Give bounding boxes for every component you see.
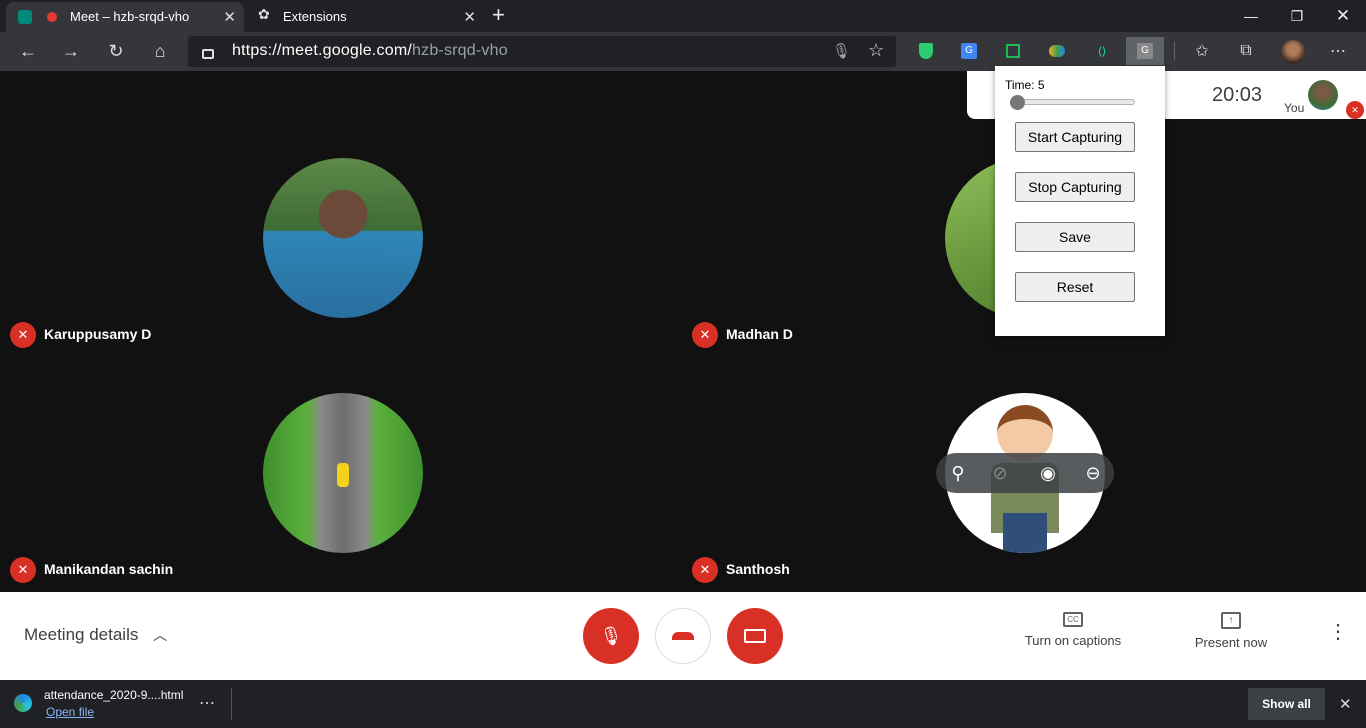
restore-icon[interactable]: ❐: [1274, 0, 1320, 32]
chevron-up-icon: ︿: [153, 627, 168, 643]
time-slider[interactable]: [1010, 95, 1135, 110]
microphone-icon[interactable]: 🎙: [832, 42, 851, 60]
profile-avatar[interactable]: [1281, 40, 1305, 64]
sheets-icon[interactable]: [1001, 39, 1025, 63]
participant-name: Karuppusamy D: [44, 326, 152, 342]
close-download-bar-icon[interactable]: ✕: [1339, 695, 1352, 713]
forward-icon[interactable]: →: [58, 38, 84, 64]
back-icon[interactable]: ←: [15, 38, 41, 64]
participant-name: Santhosh: [726, 561, 790, 577]
divider: [231, 688, 232, 720]
favorites-icon[interactable]: ✩: [1190, 39, 1214, 63]
muted-mic-icon: ✕: [692, 322, 718, 348]
home-icon[interactable]: ⌂: [147, 38, 173, 64]
self-label: You: [1284, 101, 1305, 115]
open-file-link[interactable]: Open file: [46, 705, 94, 719]
start-capturing-button[interactable]: Start Capturing: [1015, 122, 1135, 152]
capture-extension-icon[interactable]: G: [1126, 37, 1164, 65]
participant-avatar: [263, 158, 423, 318]
close-tab-icon[interactable]: ✕: [463, 8, 476, 26]
tab-extensions[interactable]: ✿ Extensions ✕: [248, 0, 484, 32]
pin-icon[interactable]: ⚲: [944, 459, 972, 487]
mic-toggle-button[interactable]: 🎙: [583, 608, 639, 664]
reset-button[interactable]: Reset: [1015, 272, 1135, 302]
muted-mic-icon: ✕: [10, 557, 36, 583]
recording-dot-icon: [47, 12, 57, 22]
hang-up-icon: [672, 632, 694, 640]
present-label: Present now: [1194, 635, 1268, 650]
new-tab-button[interactable]: +: [492, 2, 505, 28]
download-more-icon[interactable]: ⋯: [199, 693, 215, 713]
time-label: Time: 5: [1005, 78, 1045, 92]
tab-title: Extensions: [283, 9, 347, 24]
eye-icon[interactable]: ◉: [1034, 459, 1062, 487]
slider-thumb[interactable]: [1010, 95, 1025, 110]
mute-icon[interactable]: ⊘: [986, 459, 1014, 487]
translate-icon[interactable]: G: [957, 39, 981, 63]
favorite-star-icon[interactable]: ☆: [868, 40, 884, 61]
camera-off-icon: [744, 629, 766, 643]
meeting-time: 20:03: [1212, 84, 1263, 106]
captions-button[interactable]: CC Turn on captions: [1014, 612, 1132, 648]
save-button[interactable]: Save: [1015, 222, 1135, 252]
participant-name: Madhan D: [726, 326, 793, 342]
code-icon[interactable]: ⟨⟩: [1090, 39, 1114, 63]
self-avatar[interactable]: [1308, 80, 1338, 110]
stop-capturing-button[interactable]: Stop Capturing: [1015, 172, 1135, 202]
reload-icon[interactable]: ↻: [103, 38, 129, 64]
collections-icon[interactable]: ⧉: [1234, 39, 1258, 63]
puzzle-icon: ✿: [258, 6, 270, 22]
more-menu-icon[interactable]: ⋯: [1326, 39, 1350, 63]
muted-mic-icon: ✕: [692, 557, 718, 583]
meeting-details-button[interactable]: Meeting details ︿: [24, 625, 167, 645]
close-window-icon[interactable]: ✕: [1320, 0, 1366, 32]
muted-mic-icon: ✕: [10, 322, 36, 348]
edge-file-icon: [14, 694, 32, 712]
url-text[interactable]: https://meet.google.com/hzb-srqd-vho: [232, 42, 508, 60]
show-all-button[interactable]: Show all: [1248, 688, 1325, 720]
close-tab-icon[interactable]: ✕: [223, 8, 236, 26]
lock-icon[interactable]: [202, 49, 214, 59]
download-filename: attendance_2020-9....html: [44, 688, 184, 702]
paint-icon[interactable]: [1045, 39, 1069, 63]
url-path: hzb-srqd-vho: [412, 42, 508, 59]
meeting-details-label: Meeting details: [24, 625, 139, 644]
present-icon: ↑: [1221, 612, 1241, 629]
tab-meet[interactable]: Meet – hzb-srqd-vho ✕: [6, 2, 244, 32]
url-host: https://meet.google.com/: [232, 42, 413, 59]
participant-avatar: [263, 393, 423, 553]
captions-icon: CC: [1063, 612, 1083, 627]
present-now-button[interactable]: ↑ Present now: [1180, 612, 1282, 650]
shield-icon[interactable]: [914, 39, 938, 63]
remove-icon[interactable]: ⊖: [1079, 459, 1107, 487]
more-options-icon[interactable]: ⋮: [1328, 622, 1348, 642]
self-muted-mic-icon: ✕: [1346, 101, 1364, 119]
participant-name: Manikandan sachin: [44, 561, 174, 577]
camera-toggle-button[interactable]: [727, 608, 783, 664]
captions-label: Turn on captions: [1024, 633, 1122, 648]
tab-title: Meet – hzb-srqd-vho: [70, 9, 190, 24]
meet-favicon-icon: [18, 10, 32, 24]
minimize-icon[interactable]: —: [1228, 0, 1274, 32]
mic-off-icon: 🎙: [599, 625, 623, 646]
divider: [1174, 42, 1175, 60]
leave-call-button[interactable]: [655, 608, 711, 664]
